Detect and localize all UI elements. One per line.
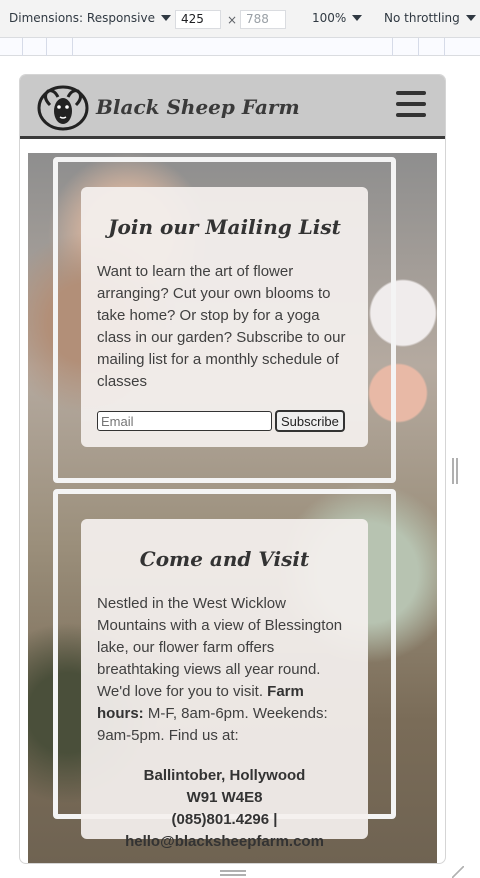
ruler-divider bbox=[22, 38, 23, 56]
ruler-divider bbox=[392, 38, 393, 56]
hamburger-menu-icon[interactable] bbox=[396, 91, 426, 119]
zoom-value: 100% bbox=[312, 11, 347, 25]
site-header: Black Sheep Farm bbox=[20, 75, 445, 139]
chevron-down-icon bbox=[465, 15, 476, 21]
visit-card: Come and Visit Nestled in the West Wickl… bbox=[81, 519, 368, 850]
subscribe-form: Subscribe bbox=[97, 411, 352, 431]
visit-title: Come and Visit bbox=[139, 547, 310, 571]
zoom-dropdown[interactable]: 100% bbox=[312, 11, 363, 25]
dimensions-dropdown[interactable]: Dimensions: Responsive bbox=[9, 11, 171, 25]
viewport-resize-handle[interactable] bbox=[452, 458, 458, 484]
brand-name[interactable]: Black Sheep Farm bbox=[96, 95, 300, 119]
chevron-down-icon bbox=[160, 15, 171, 21]
email-input[interactable] bbox=[97, 411, 272, 431]
width-input[interactable]: 425 bbox=[175, 10, 221, 29]
ruler-divider bbox=[46, 38, 47, 56]
ruler-divider bbox=[418, 38, 419, 56]
visit-description: Nestled in the West Wicklow Mountains wi… bbox=[97, 593, 352, 747]
emulated-viewport: Black Sheep Farm Join our Mailing List W… bbox=[20, 75, 445, 863]
throttling-dropdown[interactable]: No throttling bbox=[384, 11, 476, 25]
visit-body: Nestled in the West Wicklow Mountains wi… bbox=[97, 595, 343, 700]
sheep-logo-icon[interactable] bbox=[36, 83, 90, 133]
ruler-divider bbox=[444, 38, 445, 56]
mailing-description: Want to learn the art of flower arrangin… bbox=[97, 263, 346, 390]
viewport-corner-resize-handle[interactable] bbox=[452, 866, 464, 878]
height-input[interactable]: 788 bbox=[240, 10, 286, 29]
subscribe-button[interactable]: Subscribe bbox=[276, 411, 344, 431]
ruler-divider bbox=[72, 38, 73, 56]
dimensions-label: Dimensions: Responsive bbox=[9, 11, 155, 25]
phone-number[interactable]: (085)801.4296 | bbox=[97, 809, 352, 831]
address-line2: W91 W4E8 bbox=[186, 789, 263, 806]
devtools-toolbar: Dimensions: Responsive 425 × 788 100% No… bbox=[0, 0, 480, 38]
mailing-list-card: Join our Mailing List Want to learn the … bbox=[81, 187, 368, 447]
address-line1: Ballintober, Hollywood bbox=[143, 767, 306, 784]
throttling-value: No throttling bbox=[384, 11, 460, 25]
address-block: Ballintober, Hollywood W91 W4E8 (085)801… bbox=[97, 765, 352, 853]
mailing-title: Join our Mailing List bbox=[108, 215, 341, 239]
media-query-ruler[interactable] bbox=[0, 38, 480, 56]
viewport-bottom-resize-handle[interactable] bbox=[220, 870, 246, 876]
chevron-down-icon bbox=[352, 15, 363, 21]
dimension-separator: × bbox=[227, 13, 238, 27]
contact-email[interactable]: hello@blacksheepfarm.com bbox=[97, 831, 352, 853]
